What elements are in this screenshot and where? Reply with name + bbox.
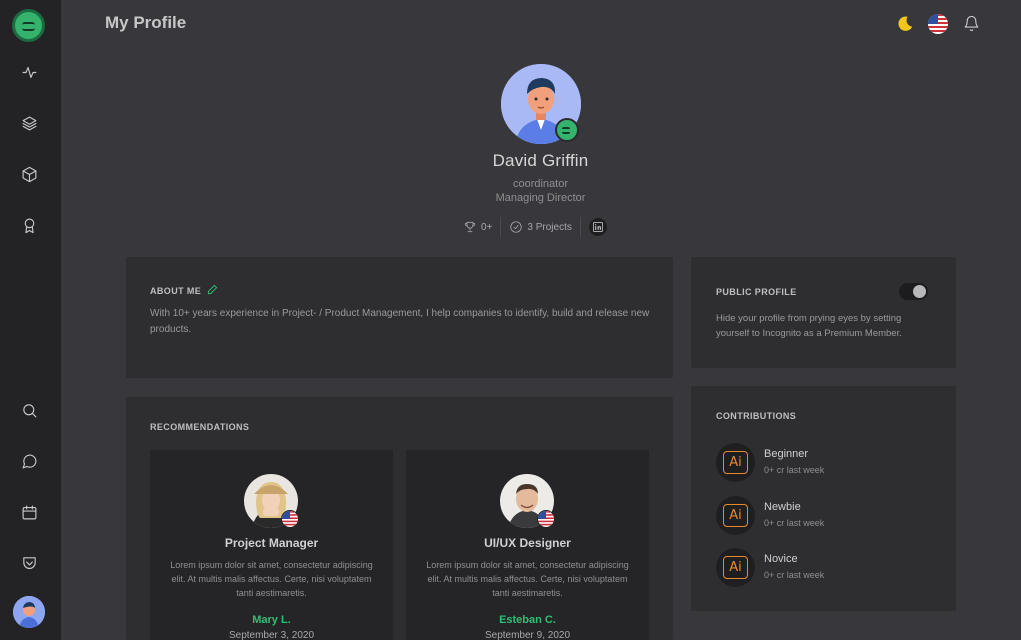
user-avatar[interactable] (13, 596, 45, 628)
search-icon[interactable] (19, 400, 39, 420)
bell-icon[interactable] (963, 15, 980, 32)
profile-title: Managing Director (495, 192, 586, 204)
edit-pencil-icon[interactable] (207, 284, 218, 295)
contribution-title: Novice (764, 553, 798, 565)
divider (500, 217, 502, 237)
profile-role: coordinator (512, 178, 569, 190)
about-text: With 10+ years experience in Project- / … (150, 308, 650, 335)
contribution-title: Beginner (764, 448, 809, 460)
recommendations-label: RECOMMENDATIONS (150, 422, 250, 432)
contributions-label: CONTRIBUTIONS (716, 411, 797, 421)
public-profile-toggle[interactable] (899, 283, 928, 300)
illustrator-icon-label: Ai (723, 451, 748, 474)
profile-logo-badge-icon (555, 118, 579, 142)
contribution-subtitle: 0+ cr last week (764, 465, 825, 475)
contribution-subtitle: 0+ cr last week (764, 518, 825, 528)
trophy-icon (464, 221, 476, 233)
linkedin-icon[interactable] (588, 218, 607, 236)
chat-icon[interactable] (19, 451, 39, 471)
check-circle-icon (510, 221, 523, 233)
projects-count: 3 Projects (527, 221, 572, 233)
calendar-icon[interactable] (19, 502, 39, 522)
public-profile-label: PUBLIC PROFILE (716, 287, 797, 297)
app-logo-icon[interactable] (12, 9, 45, 42)
recommender-name[interactable]: Mary L. (150, 614, 393, 626)
awards-count: 0+ (481, 221, 493, 233)
recommendation-text: Lorem ipsum dolor sit amet, consectetur … (426, 560, 629, 598)
illustrator-icon: Ai (716, 496, 755, 535)
recommendation-card[interactable]: UI/UX Designer Lorem ipsum dolor sit ame… (406, 450, 649, 640)
recommendation-text: Lorem ipsum dolor sit amet, consectetur … (170, 560, 373, 598)
us-flag-icon (537, 510, 555, 528)
public-profile-card: PUBLIC PROFILE Hide your profile from pr… (691, 257, 956, 368)
illustrator-icon-label: Ai (723, 556, 748, 579)
pocket-icon[interactable] (19, 553, 39, 573)
illustrator-icon: Ai (716, 443, 755, 482)
contribution-item[interactable]: Ai Newbie 0+ cr last week (716, 496, 936, 536)
recommendation-card[interactable]: Project Manager Lorem ipsum dolor sit am… (150, 450, 393, 640)
awards-stat[interactable]: 0+ (463, 220, 492, 234)
contribution-subtitle: 0+ cr last week (764, 570, 825, 580)
page-title: My Profile (105, 13, 187, 32)
recommender-role: Project Manager (224, 536, 319, 550)
contribution-title: Newbie (764, 501, 801, 513)
sidebar (0, 0, 61, 640)
us-flag-icon[interactable] (928, 14, 948, 34)
about-label-text: ABOUT ME (150, 286, 202, 296)
recommender-role: UI/UX Designer (484, 536, 571, 550)
about-card: ABOUT ME With 10+ years experience in Pr… (126, 257, 673, 378)
activity-icon[interactable] (19, 62, 39, 82)
layers-icon[interactable] (19, 113, 39, 133)
contribution-item[interactable]: Ai Beginner 0+ cr last week (716, 443, 936, 483)
us-flag-icon (281, 510, 299, 528)
profile-name: David Griffin (492, 151, 589, 170)
divider (579, 217, 581, 237)
about-label: ABOUT ME (150, 284, 218, 296)
illustrator-icon-label: Ai (723, 504, 748, 527)
public-profile-text: Hide your profile from prying eyes by se… (716, 313, 902, 339)
recommendation-date: September 9, 2020 (484, 630, 571, 640)
contribution-item[interactable]: Ai Novice 0+ cr last week (716, 548, 936, 588)
award-icon[interactable] (19, 215, 39, 235)
recommendation-date: September 3, 2020 (228, 630, 315, 640)
profile-stats: 0+ 3 Projects (463, 217, 607, 237)
recommender-name[interactable]: Esteban C. (406, 614, 649, 626)
illustrator-icon: Ai (716, 548, 755, 587)
moon-icon[interactable] (896, 15, 914, 33)
projects-stat[interactable]: 3 Projects (509, 220, 572, 234)
